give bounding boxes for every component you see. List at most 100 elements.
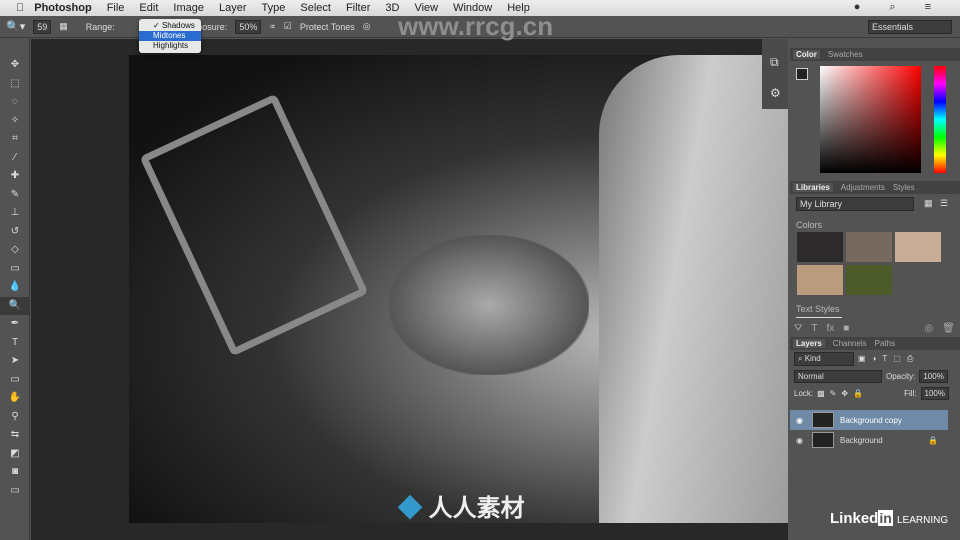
- blur-tool-icon[interactable]: 💧: [0, 278, 30, 297]
- foreground-swatch[interactable]: [796, 68, 808, 80]
- cloud-sync-icon[interactable]: ◎: [924, 323, 933, 334]
- watermark-logo: ◆ 人人素材: [398, 495, 525, 522]
- menu-type[interactable]: Type: [262, 2, 286, 14]
- zoom-tool-icon[interactable]: ⚲: [0, 408, 30, 427]
- tab-libraries[interactable]: Libraries: [793, 183, 833, 192]
- opacity-label: Opacity:: [886, 372, 916, 381]
- apple-icon[interactable]: : [16, 2, 24, 14]
- collapsed-panel-dock: ⧉ ⚙: [762, 39, 788, 109]
- properties-panel-icon[interactable]: ⚙: [770, 86, 781, 100]
- brush-panel-icon[interactable]: ▦: [59, 21, 68, 32]
- menu-app[interactable]: Photoshop: [34, 2, 91, 14]
- library-color[interactable]: [895, 232, 941, 262]
- color-field[interactable]: [820, 66, 921, 173]
- eyedropper-tool-icon[interactable]: ⁄: [0, 149, 30, 168]
- menu-select[interactable]: Select: [300, 2, 331, 14]
- dodge-tool-icon[interactable]: 🔍: [0, 296, 30, 315]
- brush-tool-icon[interactable]: ✎: [0, 186, 30, 205]
- layer-filter-select[interactable]: ⌕ Kind: [794, 352, 854, 366]
- visibility-eye-icon[interactable]: ◉: [796, 436, 803, 445]
- gradient-tool-icon[interactable]: ▭: [0, 260, 30, 279]
- tab-color[interactable]: Color: [793, 50, 820, 59]
- protect-tones-checkbox[interactable]: ☑: [284, 21, 292, 32]
- add-fill-color-icon[interactable]: ■: [843, 323, 849, 334]
- tab-adjustments[interactable]: Adjustments: [841, 183, 885, 192]
- opacity-input[interactable]: 100%: [919, 370, 948, 383]
- range-option-midtones[interactable]: Midtones: [139, 31, 201, 41]
- notification-list-icon[interactable]: ≡: [925, 1, 931, 14]
- eraser-tool-icon[interactable]: ◇: [0, 241, 30, 260]
- menu-image[interactable]: Image: [173, 2, 204, 14]
- hue-slider[interactable]: [934, 66, 946, 173]
- filter-icons[interactable]: ▣◑T⬚⎙: [858, 354, 919, 364]
- history-panel-icon[interactable]: ⧉: [770, 55, 780, 70]
- library-color[interactable]: [797, 232, 843, 262]
- magic-wand-tool-icon[interactable]: ✧: [0, 112, 30, 131]
- airbrush-icon[interactable]: ∝: [269, 21, 275, 32]
- shape-tool-icon[interactable]: ▭: [0, 371, 30, 390]
- saw-frame: [139, 93, 369, 357]
- lock-icons[interactable]: ▩✎✥🔒: [817, 389, 868, 398]
- crop-tool-icon[interactable]: ⌗: [0, 130, 30, 149]
- workspace-select[interactable]: Essentials: [868, 19, 952, 34]
- range-dropdown[interactable]: ✓ Shadows Midtones Highlights: [139, 19, 201, 53]
- fill-input[interactable]: 100%: [920, 387, 949, 400]
- layer-name: Background copy: [840, 415, 902, 425]
- history-brush-tool-icon[interactable]: ↺: [0, 223, 30, 242]
- menu-layer[interactable]: Layer: [219, 2, 247, 14]
- path-selection-tool-icon[interactable]: ➤: [0, 352, 30, 371]
- library-color[interactable]: [797, 265, 843, 295]
- libraries-panel: Libraries Adjustments Styles My Library ▦ …: [790, 181, 960, 336]
- move-tool-icon[interactable]: ✥: [0, 56, 30, 75]
- menu-file[interactable]: File: [107, 2, 125, 14]
- brush-size-picker[interactable]: 59: [33, 19, 52, 34]
- list-view-icon[interactable]: ☰: [940, 198, 948, 209]
- delete-icon[interactable]: 🗑: [942, 323, 955, 334]
- exposure-input[interactable]: 50%: [235, 19, 262, 34]
- healing-brush-tool-icon[interactable]: ✚: [0, 167, 30, 186]
- library-select[interactable]: My Library: [796, 197, 914, 211]
- add-layer-style-icon[interactable]: fx: [827, 323, 835, 334]
- foreground-background-color[interactable]: ◩: [0, 445, 30, 464]
- stamp-tool-icon[interactable]: ⊥: [0, 204, 30, 223]
- range-option-shadows[interactable]: ✓ Shadows: [139, 21, 201, 31]
- tab-styles[interactable]: Styles: [893, 183, 915, 192]
- hand-tool-icon[interactable]: ✋: [0, 389, 30, 408]
- library-color[interactable]: [846, 232, 892, 262]
- menu-edit[interactable]: Edit: [139, 2, 158, 14]
- marquee-tool-icon[interactable]: ⬚: [0, 75, 30, 94]
- colors-label: Colors: [796, 220, 823, 230]
- watermark: www.rrcg.cn: [398, 11, 554, 41]
- blend-mode-select[interactable]: Normal: [794, 370, 882, 383]
- range-option-highlights[interactable]: Highlights: [139, 41, 201, 51]
- lasso-tool-icon[interactable]: ◌: [0, 93, 30, 112]
- add-text-style-icon[interactable]: T: [811, 323, 817, 334]
- menu-filter[interactable]: Filter: [346, 2, 370, 14]
- tab-layers[interactable]: Layers: [793, 339, 825, 348]
- grid-view-icon[interactable]: ▦: [924, 198, 933, 209]
- tab-swatches[interactable]: Swatches: [828, 50, 863, 59]
- pressure-icon[interactable]: ◎: [363, 21, 371, 32]
- text-styles-label: Text Styles: [796, 304, 842, 318]
- visibility-eye-icon[interactable]: ◉: [796, 416, 803, 425]
- creative-cloud-icon[interactable]: ●: [854, 1, 861, 14]
- add-graphic-icon[interactable]: ⛛: [794, 323, 802, 334]
- linkedin-learning-logo: Linkedin LEARNING: [830, 510, 949, 527]
- layer-row-background-copy[interactable]: ◉ Background copy: [790, 410, 948, 430]
- layer-row-background[interactable]: ◉ Background 🔒: [790, 430, 948, 450]
- tab-channels[interactable]: Channels: [833, 339, 867, 348]
- library-color[interactable]: [846, 265, 892, 295]
- quick-mask-icon[interactable]: ◙: [0, 463, 30, 482]
- fill-label: Fill:: [904, 389, 917, 398]
- pen-tool-icon[interactable]: ✒: [0, 315, 30, 334]
- dodge-tool-icon[interactable]: 🔍▾: [6, 20, 25, 33]
- screen-mode-icon[interactable]: ▭: [0, 482, 30, 501]
- spotlight-search-icon[interactable]: ⌕: [889, 1, 895, 14]
- layer-name: Background: [840, 435, 883, 445]
- layer-thumbnail: [812, 412, 834, 428]
- document-image[interactable]: [129, 55, 788, 523]
- swap-colors-icon[interactable]: ⇆: [0, 426, 30, 445]
- layer-thumbnail: [812, 432, 834, 448]
- tab-paths[interactable]: Paths: [875, 339, 895, 348]
- type-tool-icon[interactable]: T: [0, 334, 30, 353]
